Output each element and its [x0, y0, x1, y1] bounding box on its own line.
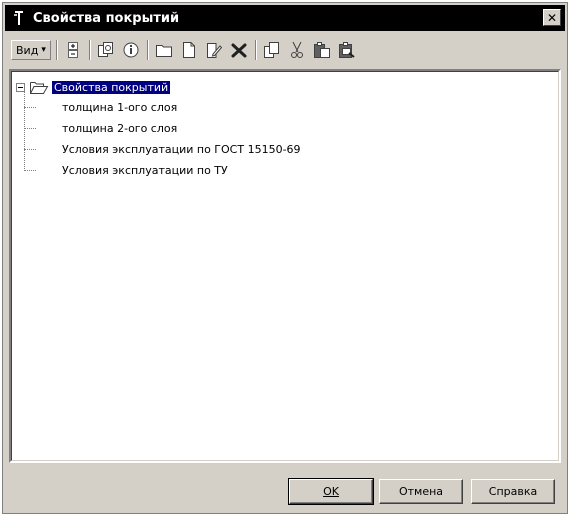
tree-connector [24, 92, 25, 171]
close-button[interactable]: ✕ [543, 9, 561, 26]
toolbar-separator [55, 40, 58, 60]
close-icon: ✕ [546, 10, 558, 25]
view-label: Вид [16, 43, 39, 57]
tree-item-label: Условия эксплуатации по ГОСТ 15150-69 [62, 142, 301, 156]
dialog-window: Свойства покрытий ✕ Вид ▾ Свойства покры… [2, 2, 568, 514]
paste-special-button[interactable] [336, 39, 358, 61]
tree-view-frame: Свойства покрытий толщина 1-ого слоя тол… [11, 71, 559, 461]
tree-root-item[interactable]: Свойства покрытий [29, 78, 172, 96]
new-item-icon [182, 42, 195, 58]
expand-collapse-button[interactable] [62, 39, 84, 61]
paste-icon [313, 42, 330, 58]
paste-button[interactable] [311, 39, 333, 61]
help-label: Справка [488, 485, 538, 498]
tree-item[interactable]: Условия эксплуатации по ТУ [62, 161, 228, 179]
paste-special-icon [338, 42, 355, 58]
tree-connector [24, 107, 36, 108]
copy-properties-button[interactable] [95, 39, 117, 61]
chevron-down-icon: ▾ [41, 45, 46, 55]
cancel-button[interactable]: Отмена [379, 479, 463, 504]
collapse-toggle[interactable] [16, 83, 25, 92]
tree-item-label: толщина 1-ого слоя [62, 100, 178, 114]
window-title: Свойства покрытий [33, 10, 180, 26]
cut-button[interactable] [286, 39, 308, 61]
folder-open-icon [30, 82, 49, 94]
copy-properties-icon [97, 42, 113, 57]
tree-item[interactable]: Условия эксплуатации по ГОСТ 15150-69 [62, 140, 301, 158]
tree-view[interactable]: Свойства покрытий толщина 1-ого слоя тол… [9, 69, 561, 463]
help-button[interactable]: Справка [471, 479, 555, 504]
expand-collapse-icon [67, 42, 78, 58]
tree-item[interactable]: толщина 2-ого слоя [62, 119, 177, 137]
edit-button[interactable] [203, 39, 225, 61]
tree-connector [24, 149, 36, 150]
toolbar-separator [88, 40, 91, 60]
cut-icon [290, 41, 303, 58]
delete-icon [231, 43, 247, 58]
duplicate-button[interactable] [261, 39, 283, 61]
ok-button[interactable]: OK [288, 478, 374, 505]
app-icon [11, 10, 27, 26]
tree-item-label: Условия эксплуатации по ТУ [62, 163, 228, 177]
new-item-button[interactable] [178, 39, 200, 61]
cancel-label: Отмена [398, 485, 444, 498]
tree-item-label: толщина 2-ого слоя [62, 121, 178, 135]
new-folder-icon [155, 45, 172, 57]
edit-icon [206, 43, 223, 58]
title-bar[interactable]: Свойства покрытий ✕ [5, 5, 565, 31]
tree-connector [24, 170, 36, 171]
info-button[interactable] [120, 39, 142, 61]
info-icon [123, 42, 139, 58]
tree-connector [24, 128, 36, 129]
toolbar-separator [254, 40, 257, 60]
new-folder-button[interactable] [153, 39, 175, 61]
view-menu-button[interactable]: Вид ▾ [11, 40, 51, 60]
dialog-button-bar: OK Отмена Справка [5, 465, 565, 513]
delete-button[interactable] [228, 39, 250, 61]
duplicate-icon [263, 42, 279, 58]
ok-label: OK [323, 485, 339, 498]
tree-root-label: Свойства покрытий [50, 79, 172, 95]
toolbar-separator [146, 40, 149, 60]
toolbar: Вид ▾ [5, 33, 565, 67]
tree-item[interactable]: толщина 1-ого слоя [62, 98, 177, 116]
